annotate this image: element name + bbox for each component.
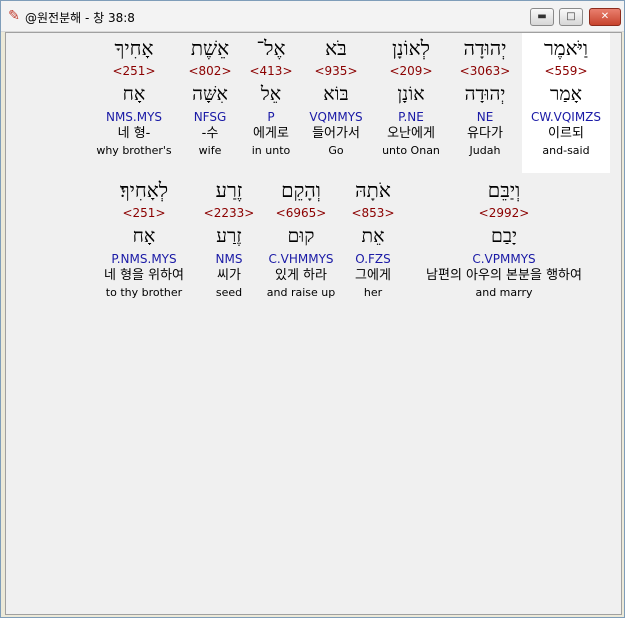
english-gloss: and raise up: [266, 286, 336, 299]
strong-number: <935>: [314, 64, 358, 78]
hebrew-word: בֹּא: [325, 36, 347, 60]
korean-gloss: 씨가: [217, 268, 241, 283]
root-word: קוּם: [287, 225, 315, 247]
korean-gloss: 오난에게: [387, 126, 435, 141]
minimize-button[interactable]: ▬: [530, 8, 554, 26]
korean-gloss: 유다가: [467, 126, 503, 141]
root-word: יָבַם: [491, 225, 517, 247]
morphology-code: NMS: [215, 252, 243, 266]
morphology-code: NFSG: [193, 110, 227, 124]
morphology-code: NE: [476, 110, 494, 124]
word-column[interactable]: לְאָחִיךָ׃ <251> אָח P.NMS.MYS 네 형을 위하여 …: [92, 175, 196, 301]
root-word: אֵל: [260, 83, 282, 105]
root-word: אָמַר: [550, 83, 582, 105]
strong-number: <6965>: [275, 206, 327, 220]
hebrew-word: לְאָחִיךָ׃: [119, 178, 169, 202]
hebrew-word: וְהָקֵם: [281, 178, 321, 202]
root-word: בּוֹא: [323, 83, 349, 105]
root-word: יְהוּדָה: [464, 83, 506, 105]
root-word: אִשָּׁה: [192, 83, 228, 105]
english-gloss: her: [363, 286, 383, 299]
morphology-code: P: [267, 110, 275, 124]
morphology-code: C.VPMMYS: [472, 252, 536, 266]
strong-number: <413>: [249, 64, 293, 78]
strong-number: <251>: [122, 206, 166, 220]
word-column[interactable]: אָחִיךָ <251> אָח NMS.MYS 네 형- why broth…: [92, 33, 176, 159]
analysis-panel: אָחִיךָ <251> אָח NMS.MYS 네 형- why broth…: [5, 32, 622, 615]
hebrew-word: לְאוֹנָן: [391, 36, 431, 60]
morphology-code: VQMMYS: [309, 110, 363, 124]
root-word: אוֹנָן: [397, 83, 425, 105]
strong-number: <2233>: [203, 206, 255, 220]
strong-number: <209>: [389, 64, 433, 78]
strong-number: <2992>: [478, 206, 530, 220]
english-gloss: seed: [215, 286, 243, 299]
maximize-button[interactable]: □: [559, 8, 583, 26]
word-column[interactable]: אֶל־ <413> אֵל P 에게로 in unto: [244, 33, 298, 159]
root-word: אָח: [132, 225, 156, 247]
word-column[interactable]: וְהָקֵם <6965> קוּם C.VHMMYS 있게 하라 and r…: [262, 175, 340, 301]
app-icon: ✎: [8, 8, 20, 24]
app-window: ✎ @원전분해 - 창 38:8 ▬ □ ✕ אָחִיךָ <251> אָח…: [0, 0, 625, 618]
english-gloss: unto Onan: [382, 144, 440, 157]
strong-number: <559>: [544, 64, 588, 78]
english-gloss: wife: [198, 144, 222, 157]
korean-gloss: 들어가서: [312, 126, 360, 141]
word-column[interactable]: אֹתָהּ <853> אֵת O.FZS 그에게 her: [344, 175, 402, 301]
korean-gloss: 네 형을 위하여: [103, 268, 185, 283]
strong-number: <802>: [188, 64, 232, 78]
word-column[interactable]: בֹּא <935> בּוֹא VQMMYS 들어가서 Go: [300, 33, 372, 159]
hebrew-word: אָחִיךָ: [114, 36, 154, 60]
korean-gloss: 이르되: [548, 126, 584, 141]
korean-gloss: 에게로: [253, 126, 289, 141]
hebrew-word: וַיֹּאמֶר: [543, 36, 589, 60]
hebrew-word: זֶרַע: [215, 178, 243, 202]
strong-number: <3063>: [459, 64, 511, 78]
korean-gloss: 있게 하라: [275, 268, 327, 283]
english-gloss: and-said: [542, 144, 590, 157]
english-gloss: in unto: [251, 144, 291, 157]
morphology-code: P.NE: [398, 110, 424, 124]
word-column-selected[interactable]: וַיֹּאמֶר <559> אָמַר CW.VQIMZS 이르되 and-…: [522, 33, 610, 173]
verse-row-2: לְאָחִיךָ׃ <251> אָח P.NMS.MYS 네 형을 위하여 …: [6, 175, 621, 315]
english-gloss: to thy brother: [105, 286, 183, 299]
morphology-code: NMS.MYS: [105, 110, 163, 124]
korean-gloss: 남편의 아우의 본분을 행하여: [426, 268, 582, 283]
morphology-code: P.NMS.MYS: [111, 252, 177, 266]
word-column[interactable]: וְיַבֵּם <2992> יָבַם C.VPMMYS 남편의 아우의 본…: [406, 175, 602, 301]
hebrew-word: אֹתָהּ: [355, 178, 391, 202]
word-column[interactable]: יְהוּדָה <3063> יְהוּדָה NE 유다가 Judah: [450, 33, 520, 159]
word-column[interactable]: אֵשֶׁת <802> אִשָּׁה NFSG -수 wife: [178, 33, 242, 159]
hebrew-word: וְיַבֵּם: [487, 178, 521, 202]
word-column[interactable]: זֶרַע <2233> זֶרַע NMS 씨가 seed: [200, 175, 258, 301]
strong-number: <251>: [112, 64, 156, 78]
window-title: @원전분해 - 창 38:8: [25, 11, 135, 25]
korean-gloss: 그에게: [355, 268, 391, 283]
english-gloss: Judah: [469, 144, 501, 157]
title-bar[interactable]: ✎ @원전분해 - 창 38:8 ▬ □ ✕: [1, 1, 624, 32]
korean-gloss: 네 형-: [117, 126, 151, 141]
hebrew-word: אֶל־: [256, 36, 286, 60]
korean-gloss: -수: [201, 126, 219, 141]
morphology-code: O.FZS: [355, 252, 391, 266]
strong-number: <853>: [351, 206, 395, 220]
morphology-code: CW.VQIMZS: [530, 110, 602, 124]
english-gloss: and marry: [475, 286, 533, 299]
root-word: אָח: [122, 83, 146, 105]
morphology-code: C.VHMMYS: [268, 252, 334, 266]
close-button[interactable]: ✕: [589, 8, 621, 26]
english-gloss: why brother's: [96, 144, 172, 157]
word-column[interactable]: לְאוֹנָן <209> אוֹנָן P.NE 오난에게 unto Ona…: [374, 33, 448, 159]
hebrew-word: אֵשֶׁת: [190, 36, 230, 60]
root-word: אֵת: [361, 225, 385, 247]
english-gloss: Go: [328, 144, 344, 157]
verse-row-1: אָחִיךָ <251> אָח NMS.MYS 네 형- why broth…: [6, 33, 621, 173]
hebrew-word: יְהוּדָה: [463, 36, 507, 60]
root-word: זֶרַע: [216, 225, 242, 247]
